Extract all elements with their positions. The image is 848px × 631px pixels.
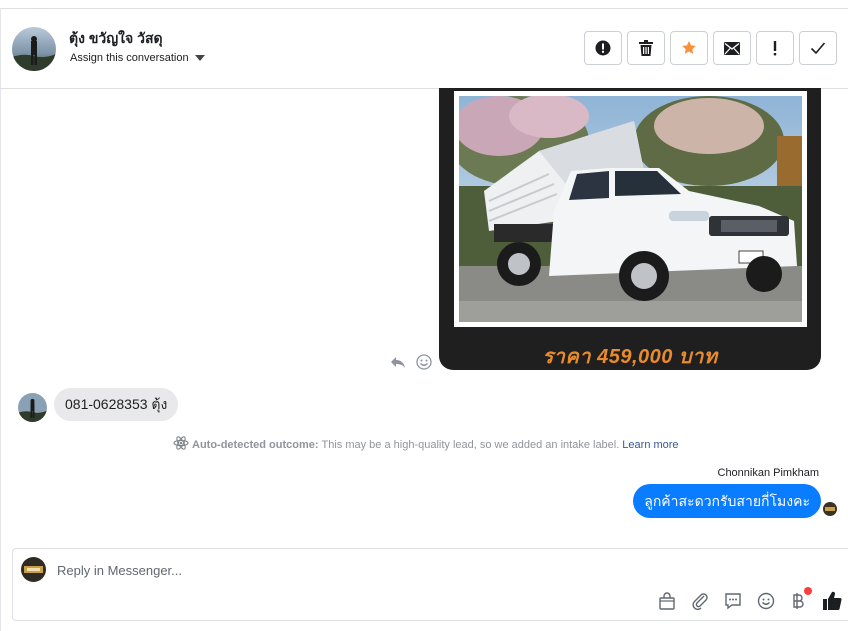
- conversation-header: ตุ้ง ขวัญใจ วัสดุ Assign this conversati…: [0, 9, 848, 89]
- check-icon: [810, 41, 826, 55]
- left-border: [0, 8, 1, 631]
- like-icon[interactable]: [822, 591, 842, 611]
- trash-icon: [639, 40, 653, 56]
- sender-name: Chonnikan Pimkham: [717, 467, 820, 479]
- incoming-message-bubble[interactable]: 081-0628353 ตุ้ง: [54, 388, 179, 421]
- notice-body: This may be a high-quality lead, so we a…: [321, 438, 620, 451]
- mark-done-button[interactable]: [799, 31, 837, 65]
- reply-icon[interactable]: [388, 352, 408, 372]
- baht-payment-icon[interactable]: [789, 587, 812, 611]
- star-icon: [681, 40, 697, 56]
- report-icon: [595, 40, 611, 56]
- emoji-picker-icon[interactable]: [756, 591, 776, 611]
- assign-label: Assign this conversation: [70, 52, 189, 64]
- star-button[interactable]: [670, 31, 708, 65]
- shopping-bag-icon[interactable]: [657, 591, 677, 611]
- notification-dot: [804, 587, 812, 595]
- report-button[interactable]: [584, 31, 622, 65]
- notice-title: Auto-detected outcome:: [192, 438, 319, 451]
- reply-composer: [12, 548, 848, 621]
- contact-avatar-small[interactable]: [18, 393, 47, 422]
- mark-unread-button[interactable]: [713, 31, 751, 65]
- atom-icon: [173, 436, 189, 453]
- message-tools: [388, 352, 434, 372]
- vehicle-photo: [449, 91, 807, 327]
- exclamation-icon: [772, 40, 778, 56]
- contact-avatar[interactable]: [12, 27, 56, 71]
- image-attachment[interactable]: ราคา 459,000 บาท: [439, 88, 821, 370]
- mark-spam-button[interactable]: [756, 31, 794, 65]
- auto-detected-notice: Auto-detected outcome: This may be a hig…: [173, 436, 679, 453]
- envelope-icon: [724, 41, 740, 55]
- delete-button[interactable]: [627, 31, 665, 65]
- outgoing-message-bubble[interactable]: ลูกค้าสะดวกรับสายกี่โมงคะ: [633, 484, 821, 518]
- emoji-icon[interactable]: [414, 352, 434, 372]
- price-caption: ราคา 459,000 บาท: [542, 346, 718, 368]
- caret-down-icon: [194, 55, 205, 61]
- learn-more-link[interactable]: Learn more: [622, 439, 678, 451]
- saved-replies-icon[interactable]: [723, 591, 743, 611]
- paperclip-icon[interactable]: [690, 591, 710, 611]
- reply-input[interactable]: [57, 560, 757, 580]
- header-actions: [584, 31, 837, 65]
- contact-name[interactable]: ตุ้ง ขวัญใจ วัสดุ: [69, 28, 163, 50]
- composer-tools: [657, 587, 842, 611]
- seen-avatar: [823, 502, 837, 516]
- assign-conversation-dropdown[interactable]: Assign this conversation: [70, 52, 205, 64]
- page-avatar: [21, 557, 46, 582]
